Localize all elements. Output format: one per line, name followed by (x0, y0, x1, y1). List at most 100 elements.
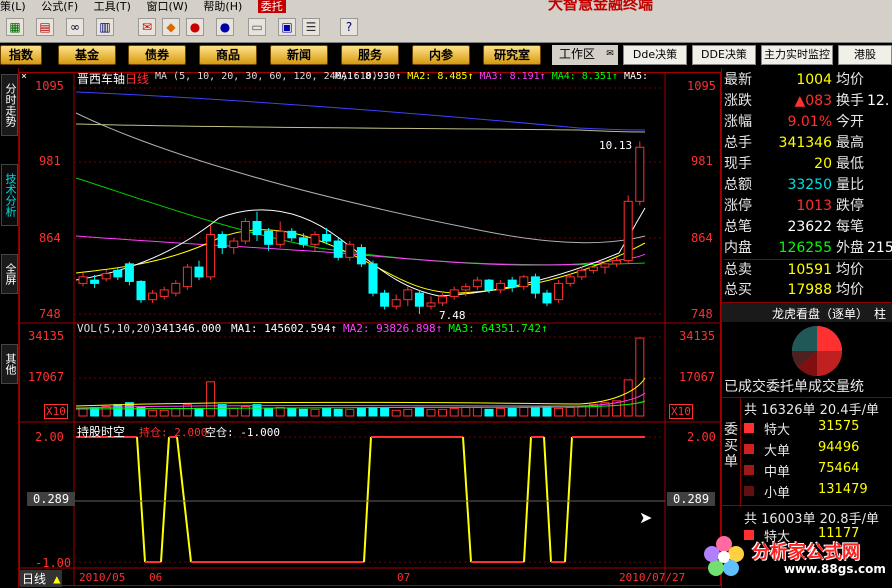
candle-body (229, 240, 239, 249)
nav-fund-button[interactable]: 基金 (58, 45, 116, 65)
price-axis-left-3: 864 (39, 231, 61, 245)
tab-other[interactable]: 其他 (1, 344, 18, 384)
price-axis-left-2: 981 (39, 154, 61, 168)
vol-unit-left: X10 (44, 404, 68, 419)
chart-area[interactable]: × 晋西车轴 日线 MA (5, 10, 20, 30, 60, 120, 24… (19, 68, 721, 588)
volume-bar (206, 381, 216, 417)
quote-value: 20 (814, 156, 832, 172)
candle-body (217, 234, 227, 249)
candle-body (565, 276, 575, 284)
buy-row-swatch (744, 465, 754, 475)
candle-body (264, 230, 274, 245)
window-icon[interactable]: ▣ (278, 18, 296, 36)
quote-value: 23622 (787, 219, 832, 235)
indicator-hold: 持仓: 2.000 (139, 426, 208, 439)
f10-icon[interactable]: ● (186, 18, 204, 36)
left-tab-strip: 分时走势 技术分析 全屏 其他 (0, 68, 19, 588)
menu-item-tools[interactable]: 工具(T) (94, 0, 131, 13)
stock-name: 晋西车轴 (77, 72, 126, 86)
candle-body (252, 221, 262, 236)
vol-axis-right-2: 17067 (679, 370, 716, 384)
watermark: 分析家公式网 www.88gs.com (704, 528, 892, 588)
help-cursor-icon[interactable]: ? (340, 18, 358, 36)
quote-row: 最新 1004 均价 (724, 70, 892, 91)
dde-decision-button[interactable]: Dde决策 (623, 45, 687, 65)
volume-bar (426, 408, 436, 417)
nav-index-button[interactable]: 指数 (0, 45, 42, 65)
menu-item-trade[interactable]: 委托 (257, 0, 286, 13)
buy-row-value: 31575 (818, 419, 860, 434)
ind-axis-right-1: 2.00 (687, 430, 716, 444)
x-axis-period-button[interactable]: 日线 ▲ (20, 570, 63, 587)
rank-icon[interactable]: ▤ (36, 18, 54, 36)
quote-row: 总额 33250 量比 (724, 175, 892, 196)
vol-unit-right: X10 (669, 404, 693, 419)
lhb-tab-title[interactable]: 龙虎看盘（逐单） (772, 305, 868, 322)
menu-item-strategy[interactable]: 策(L) (0, 0, 26, 13)
buy-row-label: 中单 (764, 465, 791, 480)
notes-icon[interactable]: ▭ (248, 18, 266, 36)
volume-bar (519, 406, 529, 417)
workspace-dropdown-icon[interactable]: ✉ (602, 45, 618, 65)
volume-bar (438, 408, 448, 417)
lhb-tab-bar-chart[interactable]: 柱 (874, 305, 886, 322)
candle-body (612, 260, 622, 265)
dde-decision-2-button[interactable]: DDE决策 (692, 45, 756, 65)
quote-key: 总笔 (724, 219, 752, 235)
nav-research-button[interactable]: 研究室 (483, 45, 541, 65)
ind-axis-right-current: 0.289 (667, 492, 716, 506)
candle-body (507, 279, 517, 288)
tab-intraday[interactable]: 分时走势 (1, 74, 18, 136)
candle-body (206, 234, 216, 278)
menu-item-window[interactable]: 窗口(W) (146, 0, 187, 13)
hk-stocks-button[interactable]: 港股 (838, 45, 892, 65)
candle-body (194, 266, 204, 278)
vol-axis-left-2: 17067 (28, 370, 65, 384)
volume-bar (449, 407, 459, 417)
nav-bond-button[interactable]: 债券 (128, 45, 186, 65)
tab-technical[interactable]: 技术分析 (1, 164, 18, 226)
candle-body (623, 200, 633, 262)
main-force-monitor-button[interactable]: 主力实时监控 (761, 45, 833, 65)
high-price-marker: 10.13 (599, 139, 633, 152)
nav-insider-button[interactable]: 内参 (412, 45, 470, 65)
chart-period[interactable]: 日线 (125, 70, 149, 87)
report-icon[interactable]: ▥ (96, 18, 114, 36)
x-axis-label-2: 06 (149, 571, 163, 584)
market-board-icon[interactable]: ▦ (6, 18, 24, 36)
diamond-icon[interactable]: ◆ (162, 18, 180, 36)
ma-values-header: MA1: 8.930↑ MA2: 8.485↑ MA3: 8.191↑ MA4: 8.… (335, 71, 654, 82)
ind-axis-left-current: 0.289 (27, 492, 76, 506)
candle-body (426, 302, 436, 307)
volume-bar (287, 407, 297, 417)
workspace-label: 工作区 (552, 45, 602, 65)
candle-body (333, 240, 343, 258)
lhb-tab-bar: 龙虎看盘（逐单） 柱 (722, 302, 892, 322)
menu-item-formula[interactable]: 公式(F) (41, 0, 78, 13)
volume-bar (275, 406, 285, 417)
quote-key: 总手 (724, 135, 752, 151)
volume-bar (159, 409, 169, 417)
info-icon[interactable]: ● (216, 18, 234, 36)
vol-header: VOL(5,10,20) (77, 322, 157, 335)
quote-key: 涨跌 (724, 93, 752, 109)
binoculars-icon[interactable]: ∞ (66, 18, 84, 36)
candle-body (124, 263, 134, 282)
mail-icon[interactable]: ✉ (138, 18, 156, 36)
nav-news-button[interactable]: 新闻 (270, 45, 328, 65)
chart-close-icon[interactable]: × (21, 71, 27, 82)
volume-bar (78, 407, 88, 417)
candle-body (113, 269, 123, 278)
nav-commodity-button[interactable]: 商品 (199, 45, 257, 65)
candle-body (635, 146, 645, 202)
order-stats-title: 已成交委托单成交量统 (724, 379, 864, 395)
tab-fullscreen[interactable]: 全屏 (1, 254, 18, 294)
indicator-step (462, 436, 472, 563)
quote-key-2: 跌停 (836, 198, 864, 214)
nav-service-button[interactable]: 服务 (341, 45, 399, 65)
menu-item-help[interactable]: 帮助(H) (203, 0, 242, 13)
list-icon[interactable]: ☰ (302, 18, 320, 36)
indicator-step (176, 436, 192, 563)
buy-row-label: 特大 (764, 423, 791, 438)
buy-row-swatch (744, 486, 754, 496)
